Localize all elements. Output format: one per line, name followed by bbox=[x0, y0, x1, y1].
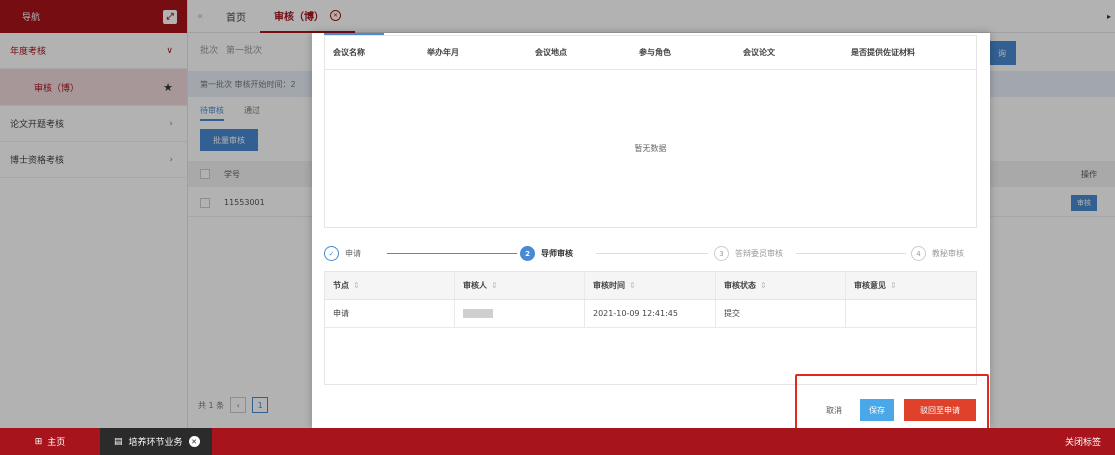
empty-state: 暂无数据 bbox=[325, 70, 976, 227]
check-icon: ✓ bbox=[324, 246, 339, 261]
column-header-time[interactable]: 审核时间 ⇕ bbox=[585, 272, 716, 299]
column-header-opinion[interactable]: 审核意见 ⇕ bbox=[846, 272, 976, 299]
reviewer-cell bbox=[455, 300, 585, 327]
step-connector bbox=[596, 253, 708, 254]
sort-icon: ⇕ bbox=[890, 281, 897, 290]
approval-steps: ✓ 申请 2 导师审核 3 答辩委员审核 4 教秘审核 bbox=[324, 239, 977, 269]
column-header-node[interactable]: 节点 ⇕ bbox=[325, 272, 455, 299]
conference-table-header: 会议名称 举办年月 会议地点 参与角色 会议论文 是否提供佐证材料 bbox=[325, 36, 976, 70]
column-header: 参与角色 bbox=[639, 48, 671, 57]
column-header: 会议地点 bbox=[535, 48, 567, 57]
step-label: 答辩委员审核 bbox=[735, 249, 783, 258]
column-label: 节点 bbox=[333, 281, 349, 290]
step-label: 导师审核 bbox=[541, 249, 573, 258]
history-table-header: 节点 ⇕ 审核人 ⇕ 审核时间 ⇕ 审核状态 ⇕ 审核意见 ⇕ bbox=[325, 272, 976, 300]
return-to-applicant-button[interactable]: 驳回至申请 bbox=[904, 399, 976, 421]
step-number: 3 bbox=[714, 246, 729, 261]
step-secretary-review: 4 教秘审核 bbox=[911, 246, 964, 261]
cancel-button[interactable]: 取消 bbox=[818, 405, 850, 416]
column-header-status[interactable]: 审核状态 ⇕ bbox=[716, 272, 846, 299]
step-apply: ✓ 申请 bbox=[324, 246, 361, 261]
step-number: 2 bbox=[520, 246, 535, 261]
column-header: 会议名称 bbox=[333, 48, 365, 57]
column-label: 审核时间 bbox=[593, 281, 625, 290]
redacted-name bbox=[463, 309, 493, 318]
review-modal: 会议名称 举办年月 会议地点 参与角色 会议论文 是否提供佐证材料 暂无数据 ✓… bbox=[312, 33, 990, 428]
close-tabs-button[interactable]: 关闭标签 bbox=[1065, 435, 1101, 448]
step-number: 4 bbox=[911, 246, 926, 261]
time-cell: 2021-10-09 12:41:45 bbox=[585, 300, 716, 327]
sort-icon: ⇕ bbox=[353, 281, 360, 290]
step-connector bbox=[387, 253, 517, 254]
conference-table: 会议名称 举办年月 会议地点 参与角色 会议论文 是否提供佐证材料 暂无数据 bbox=[324, 35, 977, 228]
document-icon: ▤ bbox=[114, 436, 123, 447]
home-tab[interactable]: ⊞ 主页 bbox=[0, 435, 100, 449]
step-label: 申请 bbox=[345, 249, 361, 258]
step-committee-review: 3 答辩委员审核 bbox=[714, 246, 783, 261]
task-label: 培养环节业务 bbox=[128, 438, 183, 448]
sort-icon: ⇕ bbox=[491, 281, 498, 290]
cell-text: 申请 bbox=[333, 309, 349, 318]
sort-icon: ⇕ bbox=[629, 281, 636, 290]
sort-icon: ⇕ bbox=[760, 281, 767, 290]
home-grid-icon: ⊞ bbox=[34, 436, 43, 447]
home-label: 主页 bbox=[47, 438, 66, 448]
column-header: 举办年月 bbox=[427, 48, 459, 57]
column-label: 审核意见 bbox=[854, 281, 886, 290]
status-cell: 提交 bbox=[716, 300, 846, 327]
close-icon[interactable]: ✕ bbox=[188, 436, 200, 447]
cell-text: 2021-10-09 12:41:45 bbox=[593, 309, 678, 318]
table-row: 申请 2021-10-09 12:41:45 提交 bbox=[325, 300, 976, 328]
bottom-taskbar: ⊞ 主页 ▤ 培养环节业务 ✕ 关闭标签 bbox=[0, 428, 1115, 455]
review-history-table: 节点 ⇕ 审核人 ⇕ 审核时间 ⇕ 审核状态 ⇕ 审核意见 ⇕ 申请 2021-10-09… bbox=[324, 271, 977, 385]
task-tab[interactable]: ▤ 培养环节业务 ✕ bbox=[100, 428, 212, 455]
opinion-cell bbox=[846, 300, 976, 327]
modal-footer: 取消 保存 驳回至申请 bbox=[818, 399, 976, 421]
step-connector bbox=[796, 253, 906, 254]
empty-text: 暂无数据 bbox=[634, 144, 667, 153]
step-advisor-review: 2 导师审核 bbox=[520, 246, 573, 261]
node-cell: 申请 bbox=[325, 300, 455, 327]
save-button[interactable]: 保存 bbox=[860, 399, 894, 421]
column-label: 审核状态 bbox=[724, 281, 756, 290]
step-label: 教秘审核 bbox=[932, 249, 964, 258]
column-header: 会议论文 bbox=[743, 48, 775, 57]
column-header: 是否提供佐证材料 bbox=[851, 48, 915, 57]
column-header-reviewer[interactable]: 审核人 ⇕ bbox=[455, 272, 585, 299]
column-label: 审核人 bbox=[463, 281, 487, 290]
cell-text: 提交 bbox=[724, 309, 740, 318]
